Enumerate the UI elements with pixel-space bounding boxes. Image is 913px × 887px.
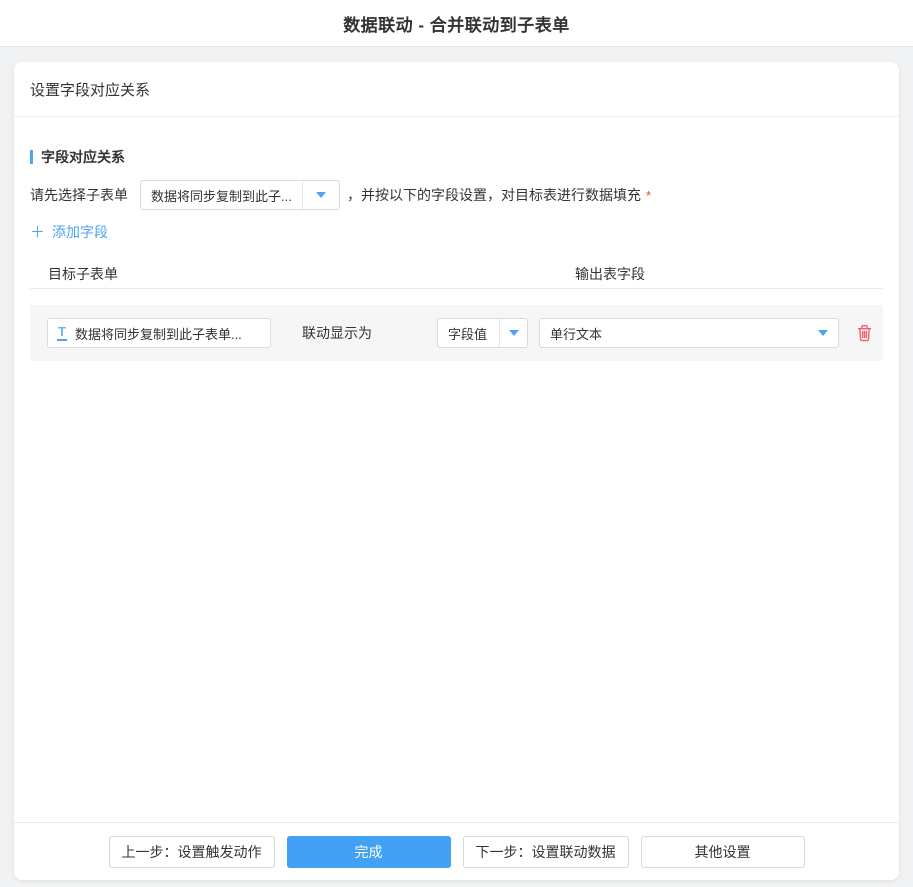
panel-content: 字段对应关系 请先选择子表单 数据将同步复制到此子... ，并按以下的字段设置，… — [14, 147, 899, 361]
next-step-button[interactable]: 下一步：设置联动数据 — [463, 836, 629, 868]
finish-button[interactable]: 完成 — [287, 836, 451, 868]
page-title: 数据联动 - 合并联动到子表单 — [343, 11, 570, 36]
section-accent-bar — [30, 150, 33, 164]
add-field-label: 添加字段 — [52, 222, 108, 242]
subform-select[interactable]: 数据将同步复制到此子... — [140, 180, 340, 210]
mapping-table-header: 目标子表单 输出表字段 — [30, 264, 883, 289]
required-asterisk: * — [646, 188, 651, 203]
settings-panel: 设置字段对应关系 字段对应关系 请先选择子表单 数据将同步复制到此子... ，并… — [14, 62, 899, 880]
column-header-target-subform: 目标子表单 — [48, 264, 118, 284]
selector-suffix-text: ，并按以下的字段设置，对目标表进行数据填充 — [347, 185, 641, 205]
value-type-select[interactable]: 字段值 — [437, 318, 528, 348]
section-title-label: 字段对应关系 — [41, 147, 125, 167]
panel-title: 设置字段对应关系 — [30, 79, 150, 100]
column-header-output-field: 输出表字段 — [575, 264, 645, 284]
prev-step-button[interactable]: 上一步：设置触发动作 — [109, 836, 275, 868]
subform-selector-row: 请先选择子表单 数据将同步复制到此子... ，并按以下的字段设置，对目标表进行数… — [30, 180, 883, 210]
output-field-select[interactable]: 单行文本 — [539, 318, 839, 348]
single-line-text-icon: T — [57, 325, 67, 341]
chevron-down-icon — [808, 319, 838, 347]
value-type-select-value: 字段值 — [438, 324, 499, 343]
page: 数据联动 - 合并联动到子表单 设置字段对应关系 字段对应关系 请先选择子表单 … — [0, 0, 913, 887]
subform-select-label: 请先选择子表单 — [30, 185, 128, 205]
output-field-select-value: 单行文本 — [540, 324, 808, 343]
subform-select-value: 数据将同步复制到此子... — [141, 186, 302, 205]
panel-header: 设置字段对应关系 — [14, 62, 899, 117]
plus-icon: ＋ — [30, 225, 45, 240]
chevron-down-icon — [499, 319, 527, 347]
target-field-name: 数据将同步复制到此子表单... — [75, 324, 242, 343]
delete-row-button[interactable] — [856, 324, 873, 342]
chevron-down-icon — [302, 181, 339, 209]
link-display-label: 联动显示为 — [302, 323, 372, 343]
top-bar: 数据联动 - 合并联动到子表单 — [0, 0, 913, 47]
footer-actions: 上一步：设置触发动作 完成 下一步：设置联动数据 其他设置 — [14, 822, 899, 880]
trash-icon — [856, 324, 873, 342]
target-field-box: T 数据将同步复制到此子表单... — [47, 318, 271, 348]
mapping-table-row: T 数据将同步复制到此子表单... 联动显示为 字段值 单行文本 — [30, 305, 883, 361]
add-field-button[interactable]: ＋ 添加字段 — [30, 222, 108, 242]
section-title: 字段对应关系 — [30, 147, 883, 167]
other-settings-button[interactable]: 其他设置 — [641, 836, 805, 868]
